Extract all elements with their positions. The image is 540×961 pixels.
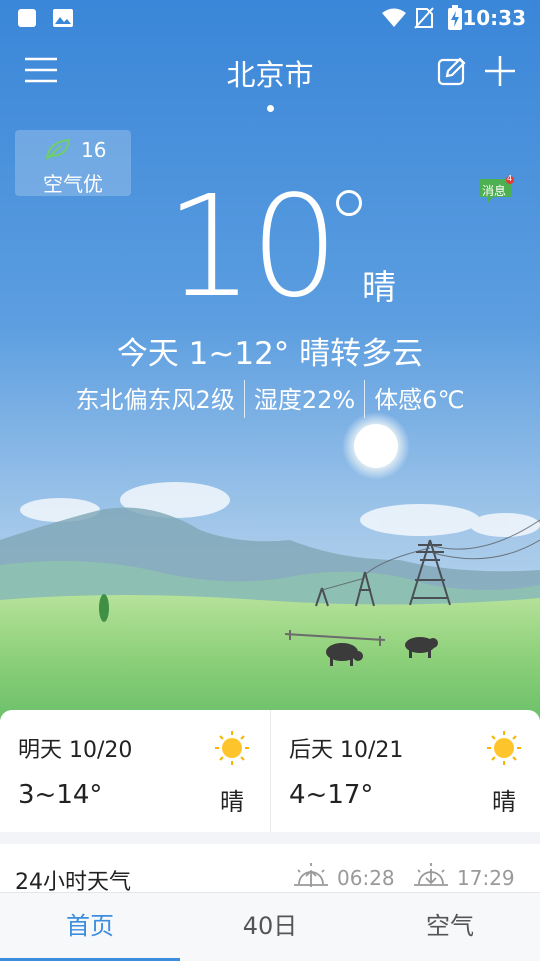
tab-label: 40日 (242, 912, 298, 940)
feels-like-text: 体感6℃ (374, 386, 465, 414)
forecast-condition: 晴 (492, 788, 516, 816)
tab-label: 空气 (426, 912, 474, 940)
aqi-label: 空气优 (43, 172, 103, 196)
today-summary: 今天 1~12° 晴转多云 (116, 336, 424, 372)
sunset-icon (413, 862, 449, 894)
degree-symbol (336, 190, 362, 216)
humidity-text: 湿度22% (253, 386, 356, 414)
air-quality-box[interactable]: 16 空气优 (15, 130, 131, 196)
tab-40-day[interactable]: 40日 (180, 893, 360, 961)
sunrise-time: 06:28 (337, 866, 395, 890)
edit-icon[interactable] (437, 56, 467, 90)
sunset-time: 17:29 (457, 866, 515, 890)
no-sim-icon (414, 7, 434, 33)
tab-label: 首页 (66, 912, 114, 940)
forecast-range: 3~14° (18, 780, 103, 810)
forecast-range: 4~17° (289, 780, 374, 810)
current-temperature: 10 (165, 166, 339, 329)
sun-icon (486, 730, 522, 770)
wifi-icon (381, 7, 407, 33)
battery-charging-icon (447, 5, 463, 35)
notification-icon (18, 9, 36, 27)
message-label: 消息 (482, 184, 507, 198)
message-count: 4 (507, 174, 513, 183)
forecast-day: 后天 10/21 (289, 738, 404, 763)
forecast-condition: 晴 (220, 788, 244, 816)
wind-text: 东北偏东风2级 (75, 386, 235, 414)
message-badge[interactable]: 消息 4 (479, 174, 515, 212)
page-indicator (267, 105, 274, 112)
image-notification-icon (52, 8, 74, 32)
current-condition: 晴 (362, 268, 396, 308)
clock: 10:33 (462, 6, 526, 30)
tab-air[interactable]: 空气 (360, 893, 540, 961)
add-city-icon[interactable] (483, 54, 517, 92)
sunrise-icon (293, 862, 329, 894)
forecast-cards: 明天 10/20 3~14° 晴 后天 10/21 4~17° 晴 (0, 710, 540, 832)
forecast-card-tomorrow[interactable]: 明天 10/20 3~14° 晴 (0, 710, 270, 832)
status-bar: 10:33 (0, 0, 540, 36)
leaf-icon (45, 138, 71, 164)
forecast-day: 明天 10/20 (18, 738, 133, 763)
forecast-card-day-after[interactable]: 后天 10/21 4~17° 晴 (270, 710, 540, 832)
bottom-navigation: 首页 40日 空气 (0, 892, 540, 961)
sun-icon (214, 730, 250, 770)
aqi-value: 16 (81, 138, 107, 162)
weather-details: 东北偏东风2级 湿度22% 体感6℃ (0, 380, 540, 420)
tab-home[interactable]: 首页 (0, 893, 180, 961)
